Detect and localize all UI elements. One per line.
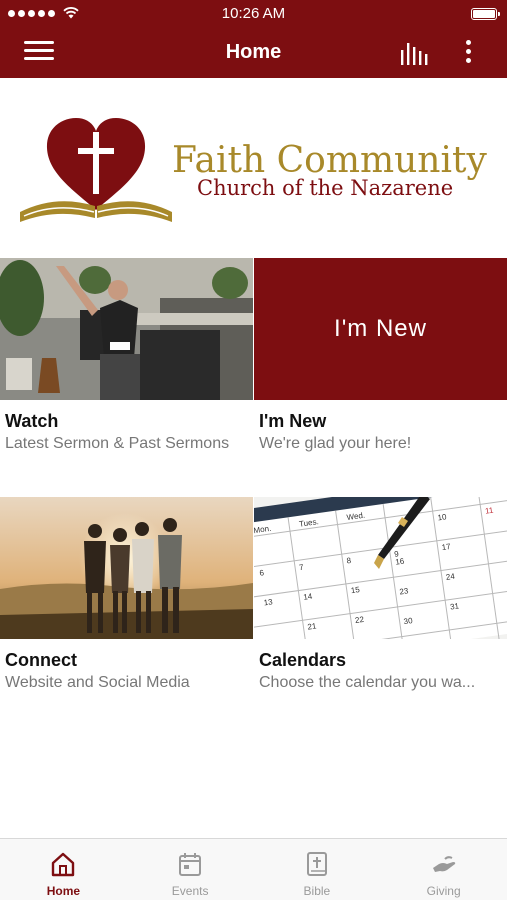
church-subtitle: Church of the Nazarene: [197, 176, 454, 200]
tile-subtitle: Website and Social Media: [5, 674, 190, 691]
calendar-icon: [179, 853, 202, 876]
tile-title: Connect: [5, 650, 77, 670]
calendar-date: 10: [437, 512, 448, 522]
tab-label: Home: [46, 884, 81, 898]
heart-cross-bible-logo-icon: [20, 118, 172, 222]
app-header: Home: [0, 28, 507, 78]
im-new-banner-text: I'm New: [334, 315, 427, 342]
church-name: Faith Community: [172, 140, 487, 181]
im-new-banner: I'm New: [254, 258, 507, 400]
tile-title: Calendars: [259, 650, 347, 670]
calendar-date: 16: [395, 557, 406, 567]
tile-subtitle: Latest Sermon & Past Sermons: [5, 435, 230, 452]
bottom-tab-bar: Home Events Bible Giving: [0, 838, 507, 900]
tab-bible[interactable]: Bible: [254, 839, 381, 900]
audio-bars-icon[interactable]: [399, 41, 429, 65]
page-title: Home: [225, 41, 282, 63]
hamburger-menu-icon[interactable]: [24, 41, 54, 65]
calendar-date: 21: [307, 621, 318, 631]
calendar-date: 22: [354, 615, 365, 625]
battery-icon: [471, 8, 500, 20]
home-icon: [52, 852, 75, 877]
calendar-date: 13: [263, 597, 274, 607]
tab-home[interactable]: Home: [0, 839, 127, 900]
calendar-date: 24: [445, 572, 456, 582]
tile-subtitle: We're glad your here!: [259, 435, 412, 452]
tab-label: Events: [171, 884, 209, 898]
tile-subtitle: Choose the calendar you wa...: [259, 674, 476, 691]
im-new-tile[interactable]: I'm New I'm New We're glad your here!: [254, 258, 507, 468]
tab-label: Giving: [426, 884, 461, 898]
giving-hand-icon: [432, 856, 455, 872]
calendar-date: 30: [403, 616, 414, 626]
connect-tile[interactable]: Connect Website and Social Media: [0, 497, 253, 707]
status-bar: 10:26 AM: [0, 0, 507, 28]
calendar-date: 14: [303, 592, 314, 602]
calendar-date: 17: [441, 542, 452, 552]
calendar-date: 23: [399, 586, 410, 596]
preacher-on-stage-photo: [0, 258, 253, 400]
watch-tile[interactable]: Watch Latest Sermon & Past Sermons: [0, 258, 253, 468]
status-time: 10:26 AM: [221, 5, 286, 22]
tile-title: I'm New: [259, 411, 327, 431]
bible-icon: [306, 852, 327, 876]
calendar-with-pen-photo: Mon. Tues. Wed. 10 11 6 7 8 9 16 17 13 1…: [254, 497, 507, 639]
calendar-date: 31: [450, 601, 461, 611]
tab-events[interactable]: Events: [127, 839, 254, 900]
tab-label: Bible: [303, 884, 331, 898]
calendar-date: 15: [350, 585, 361, 595]
vertical-dots-icon[interactable]: [460, 40, 476, 68]
friends-at-sunset-photo: [0, 497, 253, 639]
church-logo-banner: Faith Community Church of the Nazarene: [0, 78, 507, 258]
tab-giving[interactable]: Giving: [380, 839, 507, 900]
calendars-tile[interactable]: Mon. Tues. Wed. 10 11 6 7 8 9 16 17 13 1…: [254, 497, 507, 707]
tile-title: Watch: [5, 411, 59, 431]
